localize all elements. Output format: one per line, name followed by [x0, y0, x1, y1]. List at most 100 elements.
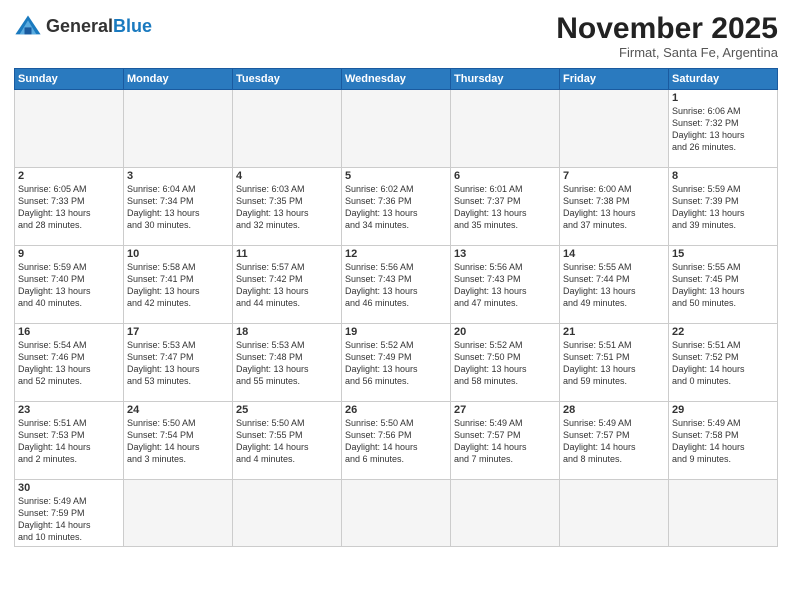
- day-info: Sunrise: 5:56 AM Sunset: 7:43 PM Dayligh…: [454, 261, 556, 310]
- table-row: [560, 90, 669, 168]
- table-row: 9Sunrise: 5:59 AM Sunset: 7:40 PM Daylig…: [15, 246, 124, 324]
- day-number: 12: [345, 248, 447, 260]
- table-row: 28Sunrise: 5:49 AM Sunset: 7:57 PM Dayli…: [560, 402, 669, 480]
- header-thursday: Thursday: [451, 69, 560, 90]
- day-number: 5: [345, 170, 447, 182]
- day-info: Sunrise: 5:50 AM Sunset: 7:55 PM Dayligh…: [236, 417, 338, 466]
- header-wednesday: Wednesday: [342, 69, 451, 90]
- day-number: 30: [18, 482, 120, 494]
- day-info: Sunrise: 5:54 AM Sunset: 7:46 PM Dayligh…: [18, 339, 120, 388]
- day-info: Sunrise: 5:51 AM Sunset: 7:51 PM Dayligh…: [563, 339, 665, 388]
- table-row: [451, 480, 560, 547]
- day-info: Sunrise: 5:49 AM Sunset: 7:58 PM Dayligh…: [672, 417, 774, 466]
- table-row: 16Sunrise: 5:54 AM Sunset: 7:46 PM Dayli…: [15, 324, 124, 402]
- day-number: 15: [672, 248, 774, 260]
- table-row: 21Sunrise: 5:51 AM Sunset: 7:51 PM Dayli…: [560, 324, 669, 402]
- table-row: 1Sunrise: 6:06 AM Sunset: 7:32 PM Daylig…: [669, 90, 778, 168]
- table-row: [342, 480, 451, 547]
- day-info: Sunrise: 6:04 AM Sunset: 7:34 PM Dayligh…: [127, 183, 229, 232]
- day-number: 9: [18, 248, 120, 260]
- day-info: Sunrise: 5:52 AM Sunset: 7:50 PM Dayligh…: [454, 339, 556, 388]
- table-row: [669, 480, 778, 547]
- day-number: 21: [563, 326, 665, 338]
- day-number: 29: [672, 404, 774, 416]
- table-row: 22Sunrise: 5:51 AM Sunset: 7:52 PM Dayli…: [669, 324, 778, 402]
- day-info: Sunrise: 6:06 AM Sunset: 7:32 PM Dayligh…: [672, 105, 774, 154]
- table-row: 18Sunrise: 5:53 AM Sunset: 7:48 PM Dayli…: [233, 324, 342, 402]
- table-row: 6Sunrise: 6:01 AM Sunset: 7:37 PM Daylig…: [451, 168, 560, 246]
- table-row: 3Sunrise: 6:04 AM Sunset: 7:34 PM Daylig…: [124, 168, 233, 246]
- table-row: 24Sunrise: 5:50 AM Sunset: 7:54 PM Dayli…: [124, 402, 233, 480]
- day-number: 8: [672, 170, 774, 182]
- table-row: [560, 480, 669, 547]
- day-number: 14: [563, 248, 665, 260]
- day-number: 22: [672, 326, 774, 338]
- day-info: Sunrise: 5:56 AM Sunset: 7:43 PM Dayligh…: [345, 261, 447, 310]
- day-info: Sunrise: 6:05 AM Sunset: 7:33 PM Dayligh…: [18, 183, 120, 232]
- table-row: 25Sunrise: 5:50 AM Sunset: 7:55 PM Dayli…: [233, 402, 342, 480]
- table-row: 20Sunrise: 5:52 AM Sunset: 7:50 PM Dayli…: [451, 324, 560, 402]
- day-number: 2: [18, 170, 120, 182]
- day-info: Sunrise: 5:53 AM Sunset: 7:47 PM Dayligh…: [127, 339, 229, 388]
- subtitle: Firmat, Santa Fe, Argentina: [556, 45, 778, 60]
- table-row: 15Sunrise: 5:55 AM Sunset: 7:45 PM Dayli…: [669, 246, 778, 324]
- day-number: 11: [236, 248, 338, 260]
- header-tuesday: Tuesday: [233, 69, 342, 90]
- table-row: 29Sunrise: 5:49 AM Sunset: 7:58 PM Dayli…: [669, 402, 778, 480]
- day-number: 23: [18, 404, 120, 416]
- table-row: [15, 90, 124, 168]
- table-row: 13Sunrise: 5:56 AM Sunset: 7:43 PM Dayli…: [451, 246, 560, 324]
- table-row: [124, 90, 233, 168]
- day-number: 25: [236, 404, 338, 416]
- day-number: 3: [127, 170, 229, 182]
- calendar-table: Sunday Monday Tuesday Wednesday Thursday…: [14, 68, 778, 547]
- header-sunday: Sunday: [15, 69, 124, 90]
- table-row: 23Sunrise: 5:51 AM Sunset: 7:53 PM Dayli…: [15, 402, 124, 480]
- day-info: Sunrise: 5:51 AM Sunset: 7:53 PM Dayligh…: [18, 417, 120, 466]
- day-info: Sunrise: 5:59 AM Sunset: 7:40 PM Dayligh…: [18, 261, 120, 310]
- day-number: 6: [454, 170, 556, 182]
- day-number: 17: [127, 326, 229, 338]
- table-row: [124, 480, 233, 547]
- day-info: Sunrise: 6:00 AM Sunset: 7:38 PM Dayligh…: [563, 183, 665, 232]
- day-info: Sunrise: 5:59 AM Sunset: 7:39 PM Dayligh…: [672, 183, 774, 232]
- table-row: [451, 90, 560, 168]
- day-info: Sunrise: 5:50 AM Sunset: 7:54 PM Dayligh…: [127, 417, 229, 466]
- day-number: 18: [236, 326, 338, 338]
- table-row: 12Sunrise: 5:56 AM Sunset: 7:43 PM Dayli…: [342, 246, 451, 324]
- page: GeneralBlue November 2025 Firmat, Santa …: [0, 0, 792, 612]
- day-info: Sunrise: 5:55 AM Sunset: 7:44 PM Dayligh…: [563, 261, 665, 310]
- day-info: Sunrise: 6:02 AM Sunset: 7:36 PM Dayligh…: [345, 183, 447, 232]
- header-saturday: Saturday: [669, 69, 778, 90]
- day-info: Sunrise: 5:53 AM Sunset: 7:48 PM Dayligh…: [236, 339, 338, 388]
- table-row: 7Sunrise: 6:00 AM Sunset: 7:38 PM Daylig…: [560, 168, 669, 246]
- table-row: 10Sunrise: 5:58 AM Sunset: 7:41 PM Dayli…: [124, 246, 233, 324]
- day-info: Sunrise: 5:55 AM Sunset: 7:45 PM Dayligh…: [672, 261, 774, 310]
- table-row: 30Sunrise: 5:49 AM Sunset: 7:59 PM Dayli…: [15, 480, 124, 547]
- day-info: Sunrise: 5:49 AM Sunset: 7:57 PM Dayligh…: [563, 417, 665, 466]
- logo-general: General: [46, 16, 113, 36]
- day-info: Sunrise: 5:57 AM Sunset: 7:42 PM Dayligh…: [236, 261, 338, 310]
- logo-blue: Blue: [113, 16, 152, 36]
- table-row: 26Sunrise: 5:50 AM Sunset: 7:56 PM Dayli…: [342, 402, 451, 480]
- day-info: Sunrise: 6:03 AM Sunset: 7:35 PM Dayligh…: [236, 183, 338, 232]
- calendar-header-row: Sunday Monday Tuesday Wednesday Thursday…: [15, 69, 778, 90]
- table-row: 27Sunrise: 5:49 AM Sunset: 7:57 PM Dayli…: [451, 402, 560, 480]
- table-row: 2Sunrise: 6:05 AM Sunset: 7:33 PM Daylig…: [15, 168, 124, 246]
- day-number: 28: [563, 404, 665, 416]
- table-row: 8Sunrise: 5:59 AM Sunset: 7:39 PM Daylig…: [669, 168, 778, 246]
- table-row: [233, 480, 342, 547]
- day-info: Sunrise: 5:52 AM Sunset: 7:49 PM Dayligh…: [345, 339, 447, 388]
- table-row: 11Sunrise: 5:57 AM Sunset: 7:42 PM Dayli…: [233, 246, 342, 324]
- day-number: 4: [236, 170, 338, 182]
- header-friday: Friday: [560, 69, 669, 90]
- day-number: 26: [345, 404, 447, 416]
- day-number: 19: [345, 326, 447, 338]
- table-row: 19Sunrise: 5:52 AM Sunset: 7:49 PM Dayli…: [342, 324, 451, 402]
- table-row: 4Sunrise: 6:03 AM Sunset: 7:35 PM Daylig…: [233, 168, 342, 246]
- day-info: Sunrise: 5:58 AM Sunset: 7:41 PM Dayligh…: [127, 261, 229, 310]
- title-block: November 2025 Firmat, Santa Fe, Argentin…: [556, 12, 778, 60]
- day-number: 13: [454, 248, 556, 260]
- table-row: [233, 90, 342, 168]
- day-info: Sunrise: 5:50 AM Sunset: 7:56 PM Dayligh…: [345, 417, 447, 466]
